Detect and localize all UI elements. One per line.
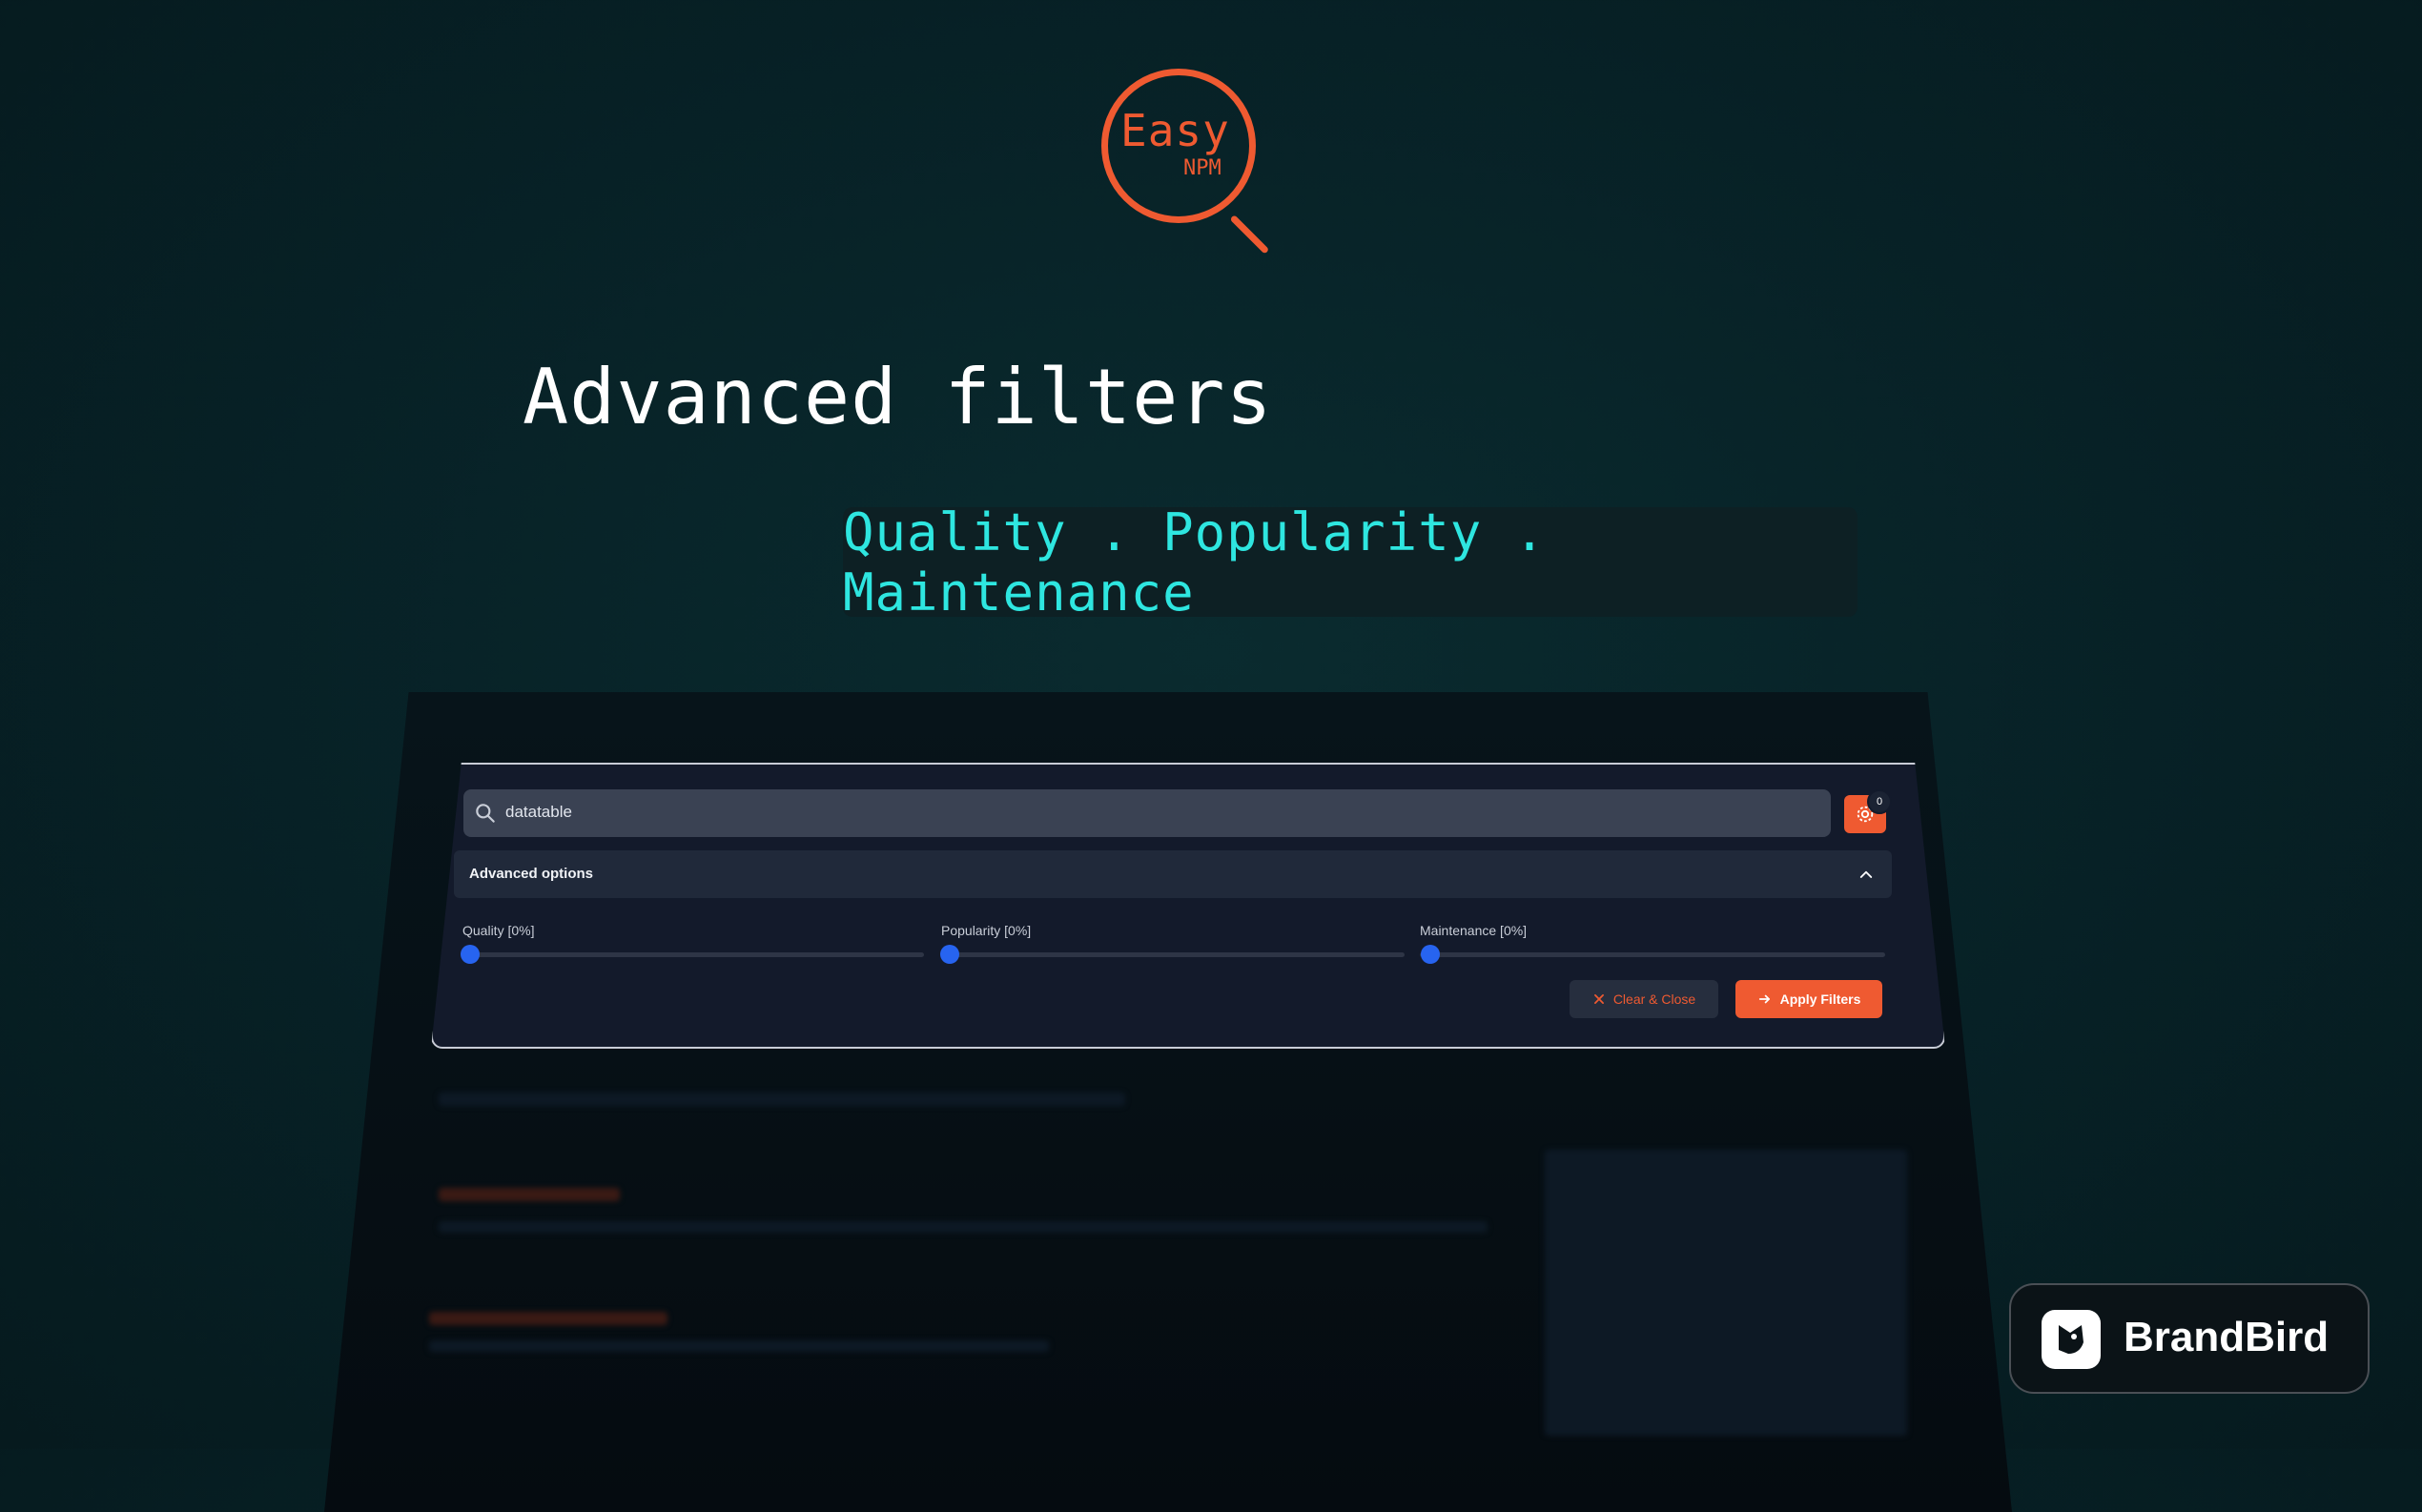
blurred-content xyxy=(429,1312,667,1325)
magnifier-handle xyxy=(1229,215,1270,255)
popularity-slider-track[interactable] xyxy=(941,952,1405,957)
close-icon xyxy=(1593,994,1604,1004)
easy-npm-logo: Easy NPM xyxy=(1101,69,1273,255)
advanced-options-label: Advanced options xyxy=(469,866,594,882)
blurred-content xyxy=(439,1221,1488,1233)
advanced-options-toggle[interactable]: Advanced options xyxy=(454,850,1892,898)
maintenance-slider-label: Maintenance [0%] xyxy=(1420,923,1528,938)
arrow-right-icon xyxy=(1758,994,1770,1004)
maintenance-slider-knob[interactable] xyxy=(1421,945,1440,964)
quality-slider-label: Quality [0%] xyxy=(462,923,535,938)
blurred-content xyxy=(429,1340,1049,1352)
logo-title: Easy xyxy=(1120,105,1230,156)
maintenance-slider-track[interactable] xyxy=(1420,952,1885,957)
popularity-slider-label: Popularity [0%] xyxy=(941,923,1032,938)
quality-slider-track[interactable] xyxy=(462,952,924,957)
quality-slider-knob[interactable] xyxy=(461,945,480,964)
chevron-up-icon xyxy=(1859,870,1873,878)
popularity-slider-knob[interactable] xyxy=(940,945,959,964)
search-input[interactable]: datatable xyxy=(463,789,1831,837)
clear-close-label: Clear & Close xyxy=(1612,991,1696,1007)
page-headline: Advanced filters xyxy=(523,353,1273,441)
search-value: datatable xyxy=(505,803,572,821)
brandbird-name: BrandBird xyxy=(2124,1314,2330,1360)
brandbird-badge[interactable]: BrandBird xyxy=(2009,1283,2370,1394)
blurred-content xyxy=(439,1188,620,1201)
apply-filters-label: Apply Filters xyxy=(1779,991,1861,1007)
search-icon xyxy=(476,804,495,823)
blurred-content xyxy=(439,1093,1125,1106)
logo-subtitle: NPM xyxy=(1183,156,1221,180)
apply-filters-button[interactable]: Apply Filters xyxy=(1735,980,1882,1018)
feature-tagline: Quality . Popularity . Maintenance xyxy=(843,502,1858,623)
settings-badge: 0 xyxy=(1867,789,1892,814)
brandbird-logo-icon xyxy=(2042,1310,2101,1369)
clear-close-button[interactable]: Clear & Close xyxy=(1570,980,1718,1018)
blurred-sidebar xyxy=(1545,1150,1907,1436)
